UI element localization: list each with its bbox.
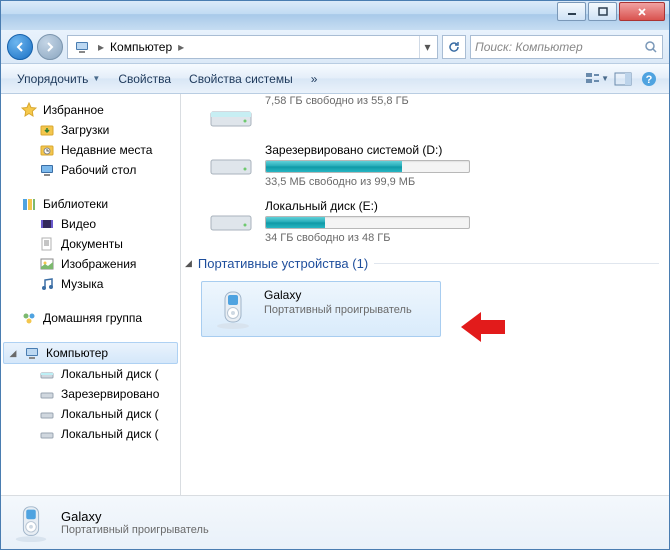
sidebar-item-drive-e[interactable]: Локальный диск ( <box>1 404 180 424</box>
drive-icon <box>39 406 55 422</box>
drive-item[interactable]: 7,58 ГБ свободно из 55,8 ГБ <box>187 94 659 132</box>
sidebar-item-video[interactable]: Видео <box>1 214 180 234</box>
details-pane: Galaxy Портативный проигрыватель <box>1 495 669 549</box>
drive-status: 7,58 ГБ свободно из 55,8 ГБ <box>265 95 659 107</box>
drive-item[interactable]: Локальный диск (E:) 34 ГБ свободно из 48… <box>187 198 659 244</box>
homegroup-icon <box>21 310 37 326</box>
capacity-bar <box>265 160 470 173</box>
explorer-window: ▸ Компьютер ▸ ▾ Поиск: Компьютер Упорядо… <box>0 0 670 550</box>
drive-icon <box>39 366 55 382</box>
documents-icon <box>39 236 55 252</box>
sidebar-item-downloads[interactable]: Загрузки <box>1 120 180 140</box>
images-icon <box>39 256 55 272</box>
address-bar[interactable]: ▸ Компьютер ▸ ▾ <box>67 35 438 59</box>
help-button[interactable]: ? <box>637 68 661 90</box>
navigation-bar: ▸ Компьютер ▸ ▾ Поиск: Компьютер <box>1 30 669 64</box>
svg-text:?: ? <box>646 74 653 86</box>
drive-name: Локальный диск (E:) <box>265 199 659 213</box>
computer-icon <box>24 345 40 361</box>
download-icon <box>39 122 55 138</box>
breadcrumb-item[interactable]: Компьютер <box>108 40 174 54</box>
details-subtitle: Портативный проигрыватель <box>61 524 209 536</box>
recent-icon <box>39 142 55 158</box>
device-subtitle: Портативный проигрыватель <box>264 304 412 316</box>
sidebar-item-documents[interactable]: Документы <box>1 234 180 254</box>
drive-icon <box>39 386 55 402</box>
close-button[interactable] <box>619 2 665 21</box>
portable-player-icon <box>11 503 51 543</box>
sidebar-item-music[interactable]: Музыка <box>1 274 180 294</box>
libraries-icon <box>21 196 37 212</box>
sidebar-item-recent[interactable]: Недавние места <box>1 140 180 160</box>
content-pane: 7,58 ГБ свободно из 55,8 ГБ Зарезервиров… <box>181 94 669 495</box>
address-dropdown-icon[interactable]: ▾ <box>419 36 435 58</box>
forward-button[interactable] <box>37 34 63 60</box>
breadcrumb-separator-icon: ▸ <box>174 40 188 54</box>
search-placeholder: Поиск: Компьютер <box>475 40 583 54</box>
maximize-button[interactable] <box>588 2 617 21</box>
hdd-icon <box>207 198 255 236</box>
music-icon <box>39 276 55 292</box>
drive-item[interactable]: Зарезервировано системой (D:) 33,5 МБ св… <box>187 142 659 188</box>
portable-player-icon <box>212 288 254 330</box>
sidebar-item-drive-f[interactable]: Локальный диск ( <box>1 424 180 444</box>
drive-status: 34 ГБ свободно из 48 ГБ <box>265 232 659 244</box>
drive-name: Зарезервировано системой (D:) <box>265 143 659 157</box>
properties-button[interactable]: Свойства <box>110 69 179 89</box>
device-name: Galaxy <box>264 288 412 302</box>
view-mode-button[interactable]: ▼ <box>585 68 609 90</box>
titlebar[interactable] <box>1 1 669 30</box>
toolbar-overflow-button[interactable]: » <box>303 69 326 89</box>
sidebar-item-drive-c[interactable]: Локальный диск ( <box>1 364 180 384</box>
sidebar-favorites-header[interactable]: Избранное <box>1 100 180 120</box>
toolbar: Упорядочить▼ Свойства Свойства системы »… <box>1 64 669 94</box>
capacity-bar <box>265 216 470 229</box>
collapse-icon[interactable]: ◢ <box>8 348 18 359</box>
drive-icon <box>39 426 55 442</box>
hdd-icon <box>207 94 255 132</box>
details-name: Galaxy <box>61 509 209 524</box>
search-icon <box>644 40 658 54</box>
hdd-icon <box>207 142 255 180</box>
sidebar-libraries-header[interactable]: Библиотеки <box>1 194 180 214</box>
portable-devices-group-header[interactable]: ◢ Портативные устройства (1) <box>185 256 659 271</box>
system-properties-button[interactable]: Свойства системы <box>181 69 301 89</box>
callout-arrow-icon <box>461 312 505 342</box>
refresh-button[interactable] <box>442 35 466 59</box>
sidebar-homegroup[interactable]: Домашняя группа <box>1 308 180 328</box>
breadcrumb-separator-icon: ▸ <box>94 40 108 54</box>
sidebar-computer-header[interactable]: ◢Компьютер <box>3 342 178 364</box>
search-box[interactable]: Поиск: Компьютер <box>470 35 663 59</box>
organize-button[interactable]: Упорядочить▼ <box>9 69 108 89</box>
device-item-galaxy[interactable]: Galaxy Портативный проигрыватель <box>201 281 441 337</box>
collapse-triangle-icon[interactable]: ◢ <box>185 258 192 269</box>
desktop-icon <box>39 162 55 178</box>
sidebar-item-desktop[interactable]: Рабочий стол <box>1 160 180 180</box>
video-icon <box>39 216 55 232</box>
sidebar-item-drive-d[interactable]: Зарезервировано <box>1 384 180 404</box>
favorites-icon <box>21 102 37 118</box>
sidebar-item-images[interactable]: Изображения <box>1 254 180 274</box>
preview-pane-button[interactable] <box>611 68 635 90</box>
computer-icon <box>74 39 90 55</box>
navigation-pane: Избранное Загрузки Недавние места Рабочи… <box>1 94 181 495</box>
minimize-button[interactable] <box>557 2 586 21</box>
back-button[interactable] <box>7 34 33 60</box>
drive-status: 33,5 МБ свободно из 99,9 МБ <box>265 176 659 188</box>
